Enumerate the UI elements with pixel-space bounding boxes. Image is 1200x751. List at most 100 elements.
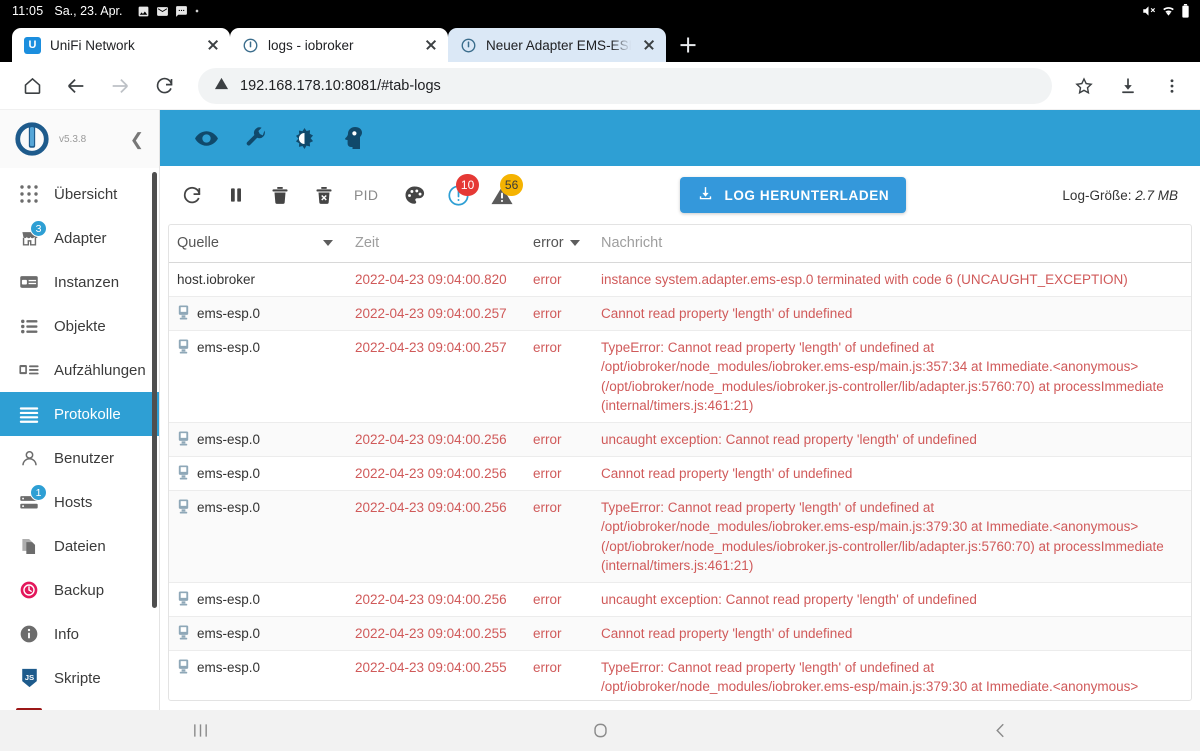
source-label: ems-esp.0 xyxy=(197,500,261,516)
close-icon[interactable] xyxy=(640,36,658,54)
cell-severity: error xyxy=(525,330,593,423)
source-label: ems-esp.0 xyxy=(197,306,261,322)
sidebar-item-label: Objekte xyxy=(54,317,106,335)
sidebar-item-skripte[interactable]: JS Skripte xyxy=(0,656,159,700)
download-log-button[interactable]: LOG HERUNTERLADEN xyxy=(680,177,907,213)
sidebar-item-instanzen[interactable]: Instanzen xyxy=(0,260,159,304)
close-icon[interactable] xyxy=(204,36,222,54)
sidebar-item-objekte[interactable]: Objekte xyxy=(0,304,159,348)
status-time: 11:05 xyxy=(12,4,44,18)
trash-clear-icon[interactable] xyxy=(302,173,346,217)
home-icon[interactable] xyxy=(12,66,52,106)
browser-toolbar: 192.168.178.10:8081/#tab-logs xyxy=(0,62,1200,110)
not-secure-warning-icon xyxy=(214,76,229,96)
pause-icon[interactable] xyxy=(214,173,258,217)
source-label: ems-esp.0 xyxy=(197,431,261,447)
sidebar-item-label: Hosts xyxy=(54,493,93,511)
more-menu-icon[interactable] xyxy=(1152,66,1192,106)
download-icon[interactable] xyxy=(1108,66,1148,106)
sidebar-item-aufzaehlungen[interactable]: Aufzählungen xyxy=(0,348,159,392)
chevron-down-icon[interactable] xyxy=(569,240,580,246)
wrench-icon[interactable] xyxy=(244,126,268,150)
cell-source: ems-esp.0 xyxy=(169,330,347,423)
error-filter-button[interactable]: 10 xyxy=(436,173,480,217)
column-header-quelle[interactable]: Quelle xyxy=(169,225,347,263)
sidebar-item-info[interactable]: Info xyxy=(0,612,159,656)
browser-tab-logs[interactable]: logs - iobroker xyxy=(230,28,448,62)
android-status-bar: 11:05 Sa., 23. Apr. xyxy=(0,0,1200,22)
table-row[interactable]: ems-esp.0 2022-04-23 09:04:00.256 error Can… xyxy=(169,456,1191,492)
expert-mode-head-icon[interactable] xyxy=(341,126,363,150)
cell-message: instance system.adapter.ems-esp.0 termin… xyxy=(593,262,1191,298)
pid-label[interactable]: PID xyxy=(346,187,392,203)
new-tab-button[interactable] xyxy=(666,28,710,62)
cell-time: 2022-04-23 09:04:00.257 xyxy=(347,296,525,332)
cell-message: TypeError: Cannot read property 'length'… xyxy=(593,330,1191,423)
cell-time: 2022-04-23 09:04:00.256 xyxy=(347,456,525,492)
column-label: Nachricht xyxy=(601,235,663,251)
table-row[interactable]: ems-esp.0 2022-04-23 09:04:00.255 error Typ… xyxy=(169,650,1191,700)
sidebar-item-backup[interactable]: Backup xyxy=(0,568,159,612)
source-label: ems-esp.0 xyxy=(197,660,261,676)
brightness-icon[interactable] xyxy=(293,127,316,150)
eye-icon[interactable] xyxy=(194,126,219,151)
close-icon[interactable] xyxy=(422,36,440,54)
android-navigation-bar xyxy=(0,710,1200,751)
cell-message: TypeError: Cannot read property 'length'… xyxy=(593,650,1191,700)
refresh-icon[interactable] xyxy=(170,173,214,217)
log-toolbar: PID 10 56 LOG HERUNTERLADEN Log-Größe: 2… xyxy=(160,166,1200,224)
status-date: Sa., 23. Apr. xyxy=(54,4,123,18)
chevron-left-icon[interactable]: ❮ xyxy=(130,131,147,148)
sidebar-item-benutzer[interactable]: Benutzer xyxy=(0,436,159,480)
bookmark-star-icon[interactable] xyxy=(1064,66,1104,106)
cell-time: 2022-04-23 09:04:00.256 xyxy=(347,490,525,583)
files-icon xyxy=(18,535,40,557)
table-row[interactable]: ems-esp.0 2022-04-23 09:04:00.257 error Typ… xyxy=(169,330,1191,423)
home-circle-icon[interactable] xyxy=(540,722,660,739)
forward-arrow-icon[interactable] xyxy=(100,66,140,106)
trash-icon[interactable] xyxy=(258,173,302,217)
cell-severity: error xyxy=(525,422,593,458)
error-count-badge: 10 xyxy=(455,174,480,196)
table-row[interactable]: host.iobroker 2022-04-23 09:04:00.820 erro… xyxy=(169,262,1191,298)
sidebar-item-label: Backup xyxy=(54,581,105,599)
cell-time: 2022-04-23 09:04:00.255 xyxy=(347,650,525,700)
sidebar-item-uebersicht[interactable]: Übersicht xyxy=(0,172,159,216)
chat-icon xyxy=(176,5,188,17)
column-header-zeit[interactable]: Zeit xyxy=(347,225,525,263)
sidebar-item-hosts[interactable]: 1 Hosts xyxy=(0,480,159,524)
back-arrow-icon[interactable] xyxy=(56,66,96,106)
cell-message: Cannot read property 'length' of undefin… xyxy=(593,616,1191,652)
table-row[interactable]: ems-esp.0 2022-04-23 09:04:00.256 error unc… xyxy=(169,422,1191,458)
version-label: v5.3.8 xyxy=(59,133,87,145)
enum-icon xyxy=(18,359,40,381)
iobroker-icon xyxy=(242,37,259,54)
table-row[interactable]: ems-esp.0 2022-04-23 09:04:00.257 error Can… xyxy=(169,296,1191,332)
cell-time: 2022-04-23 09:04:00.255 xyxy=(347,616,525,652)
sidebar-badge: 3 xyxy=(30,220,47,237)
tab-title: UniFi Network xyxy=(50,37,135,53)
palette-icon[interactable] xyxy=(392,173,436,217)
image-icon xyxy=(139,6,149,16)
table-row[interactable]: ems-esp.0 2022-04-23 09:04:00.256 error Typ… xyxy=(169,490,1191,583)
sidebar-item-adapter[interactable]: 3 Adapter xyxy=(0,216,159,260)
table-row[interactable]: ems-esp.0 2022-04-23 09:04:00.256 error unc… xyxy=(169,582,1191,618)
browser-tab-ems-esp[interactable]: Neuer Adapter EMS-ESP für E xyxy=(448,28,666,62)
warning-filter-button[interactable]: 56 xyxy=(480,173,524,217)
column-header-nachricht[interactable]: Nachricht xyxy=(593,225,1191,263)
table-row[interactable]: ems-esp.0 2022-04-23 09:04:00.255 error Can… xyxy=(169,616,1191,652)
tab-title: Neuer Adapter EMS-ESP für E xyxy=(486,37,631,53)
sidebar-item-protokolle[interactable]: Protokolle xyxy=(0,392,159,436)
cell-message: uncaught exception: Cannot read property… xyxy=(593,582,1191,618)
back-chevron-icon[interactable] xyxy=(940,722,1060,739)
column-header-severity[interactable]: error xyxy=(525,225,593,263)
sidebar-item-dateien[interactable]: Dateien xyxy=(0,524,159,568)
screen-root: 11:05 Sa., 23. Apr. U UniFi Network logs… xyxy=(0,0,1200,751)
chevron-down-icon[interactable] xyxy=(323,240,333,246)
browser-tab-unifi[interactable]: U UniFi Network xyxy=(12,28,230,62)
sidebar-scrollbar[interactable] xyxy=(152,172,157,608)
sidebar-item-label: Skripte xyxy=(54,669,101,687)
recent-apps-icon[interactable] xyxy=(140,722,260,739)
reload-icon[interactable] xyxy=(144,66,184,106)
address-bar[interactable]: 192.168.178.10:8081/#tab-logs xyxy=(198,67,1052,104)
